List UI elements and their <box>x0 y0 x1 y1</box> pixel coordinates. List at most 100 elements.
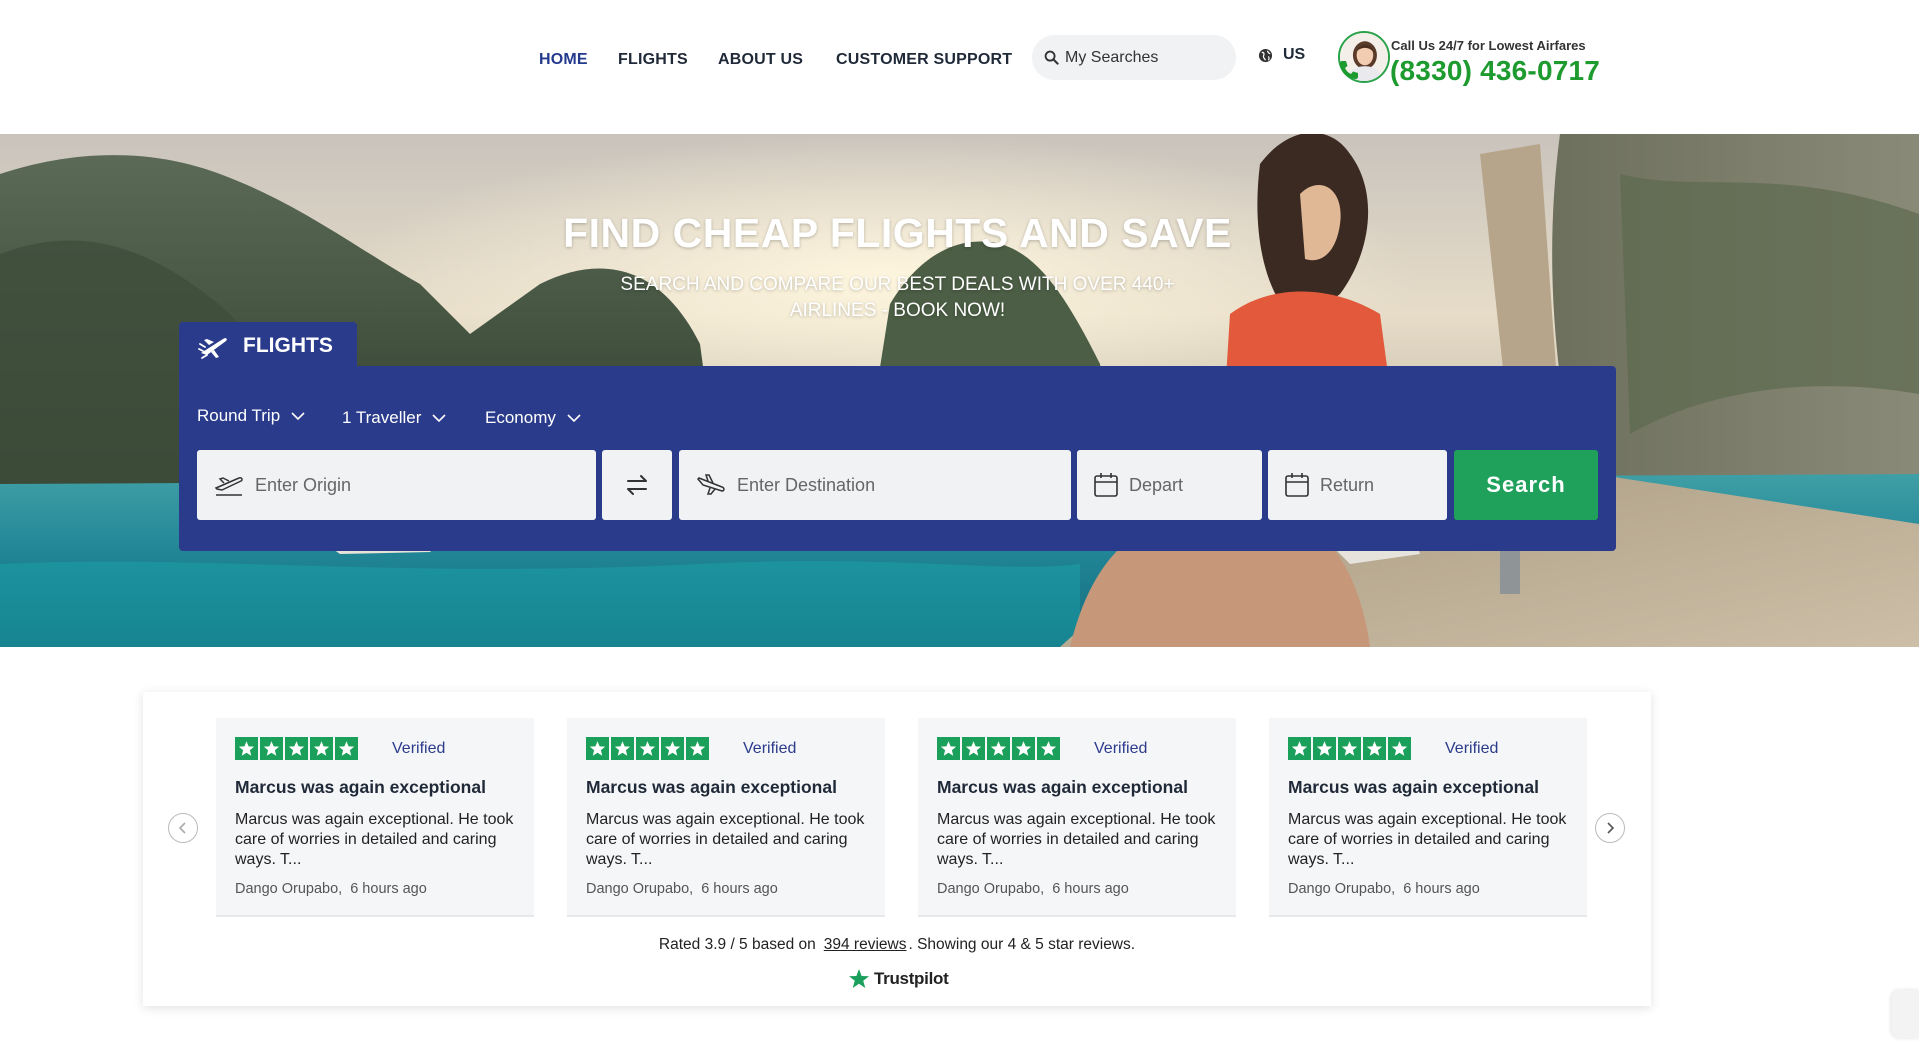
chevron-right-icon <box>1607 822 1615 834</box>
locale-selector[interactable]: US <box>1258 46 1305 64</box>
review-time: 6 hours ago <box>701 881 778 897</box>
trustpilot-logo[interactable]: Trustpilot <box>848 968 949 990</box>
phone-icon <box>1340 61 1358 79</box>
review-author: Dango Orupabo, <box>235 881 343 897</box>
chevron-down-icon <box>432 414 446 423</box>
side-widget-tab[interactable] <box>1892 990 1919 1038</box>
depart-date-field[interactable] <box>1077 450 1262 520</box>
review-meta: Dango Orupabo, 6 hours ago <box>1288 881 1488 897</box>
star-icon <box>586 737 609 760</box>
nav-about-us[interactable]: ABOUT US <box>718 51 803 69</box>
reviews-section: Verified Marcus was again exceptional Ma… <box>143 692 1651 1006</box>
star-icon <box>1338 737 1361 760</box>
chevron-left-icon <box>178 822 186 834</box>
hero-subtitle: SEARCH AND COMPARE OUR BEST DEALS WITH O… <box>620 274 1175 321</box>
my-searches-label: My Searches <box>1065 48 1159 66</box>
verified-badge: Verified <box>392 740 446 757</box>
star-icon <box>1012 737 1035 760</box>
nav-home[interactable]: HOME <box>539 51 588 69</box>
origin-field[interactable] <box>197 450 596 520</box>
verified-badge: Verified <box>743 740 797 757</box>
star-icon <box>1388 737 1411 760</box>
travellers-value: 1 Traveller <box>342 408 422 427</box>
trustpilot-label: Trustpilot <box>874 969 949 988</box>
calendar-icon <box>1285 473 1309 497</box>
star-rating <box>937 737 1060 760</box>
review-time: 6 hours ago <box>1403 881 1480 897</box>
star-icon <box>686 737 709 760</box>
review-body: Marcus was again exceptional. He took ca… <box>235 811 514 868</box>
cabin-class-value: Economy <box>485 408 556 427</box>
star-icon <box>1037 737 1060 760</box>
review-title: Marcus was again exceptional <box>937 777 1188 797</box>
review-author: Dango Orupabo, <box>1288 881 1396 897</box>
star-icon <box>285 737 308 760</box>
reviews-next-button[interactable] <box>1595 813 1625 843</box>
review-author: Dango Orupabo, <box>586 881 694 897</box>
star-rating <box>1288 737 1411 760</box>
star-icon <box>987 737 1010 760</box>
destination-input[interactable] <box>737 474 1012 496</box>
star-icon <box>1363 737 1386 760</box>
calendar-icon <box>1094 473 1118 497</box>
star-icon <box>661 737 684 760</box>
chevron-down-icon <box>567 414 581 423</box>
review-time: 6 hours ago <box>1052 881 1129 897</box>
swap-arrows-icon <box>627 475 647 495</box>
review-card: Verified Marcus was again exceptional Ma… <box>1269 718 1587 917</box>
call-us-label: Call Us 24/7 for Lowest Airfares <box>1391 38 1586 53</box>
review-time: 6 hours ago <box>350 881 427 897</box>
tab-flights[interactable]: FLIGHTS <box>179 322 357 370</box>
trip-type-value: Round Trip <box>197 406 281 425</box>
return-date-input[interactable] <box>1320 474 1446 496</box>
review-meta: Dango Orupabo, 6 hours ago <box>586 881 786 897</box>
review-card: Verified Marcus was again exceptional Ma… <box>216 718 534 917</box>
star-icon <box>335 737 358 760</box>
nav-customer-support[interactable]: CUSTOMER SUPPORT <box>836 51 1012 69</box>
search-button[interactable]: Search <box>1454 450 1598 520</box>
star-icon <box>235 737 258 760</box>
verified-badge: Verified <box>1445 740 1499 757</box>
trip-type-dropdown[interactable]: Round Trip <box>197 406 306 426</box>
star-rating <box>235 737 358 760</box>
origin-input[interactable] <box>255 474 535 496</box>
star-icon <box>962 737 985 760</box>
plane-takeoff-icon <box>214 477 243 496</box>
star-icon <box>636 737 659 760</box>
review-meta: Dango Orupabo, 6 hours ago <box>937 881 1137 897</box>
swap-button[interactable] <box>602 450 672 520</box>
rating-summary: Rated 3.9 / 5 based on 394 reviews. Showi… <box>143 936 1651 954</box>
nav-flights[interactable]: FLIGHTS <box>618 51 688 69</box>
review-title: Marcus was again exceptional <box>235 777 486 797</box>
reviews-count-link[interactable]: 394 reviews <box>824 936 907 953</box>
phone-number-link[interactable]: (8330) 436-0717 <box>1390 55 1600 87</box>
review-author: Dango Orupabo, <box>937 881 1045 897</box>
destination-field[interactable] <box>679 450 1071 520</box>
return-date-field[interactable] <box>1268 450 1447 520</box>
travellers-dropdown[interactable]: 1 Traveller <box>342 408 447 428</box>
rating-summary-suffix: . Showing our 4 & 5 star reviews. <box>908 936 1136 953</box>
review-card: Verified Marcus was again exceptional Ma… <box>918 718 1236 917</box>
trustpilot-star-icon <box>849 969 869 988</box>
flight-search-form: Round Trip 1 Traveller Economy Enter Ori… <box>179 366 1616 551</box>
review-meta: Dango Orupabo, 6 hours ago <box>235 881 435 897</box>
review-body: Marcus was again exceptional. He took ca… <box>1288 811 1567 868</box>
plane-landing-icon <box>696 474 725 495</box>
globe-icon <box>1258 48 1273 62</box>
star-icon <box>260 737 283 760</box>
tab-flights-label: FLIGHTS <box>243 334 333 357</box>
review-card: Verified Marcus was again exceptional Ma… <box>567 718 885 917</box>
rating-summary-prefix: Rated 3.9 / 5 based on <box>658 936 816 953</box>
star-icon <box>1288 737 1311 760</box>
star-icon <box>611 737 634 760</box>
star-icon <box>1313 737 1336 760</box>
airplane-icon <box>198 338 227 359</box>
depart-date-input[interactable] <box>1129 474 1259 496</box>
review-title: Marcus was again exceptional <box>586 777 837 797</box>
hero-title: FIND CHEAP FLIGHTS AND SAVE <box>563 210 1232 256</box>
cabin-class-dropdown[interactable]: Economy <box>485 408 582 428</box>
reviews-prev-button[interactable] <box>168 813 198 843</box>
my-searches-button[interactable]: My Searches <box>1032 35 1236 80</box>
chevron-down-icon <box>291 412 305 421</box>
review-body: Marcus was again exceptional. He took ca… <box>937 811 1216 868</box>
